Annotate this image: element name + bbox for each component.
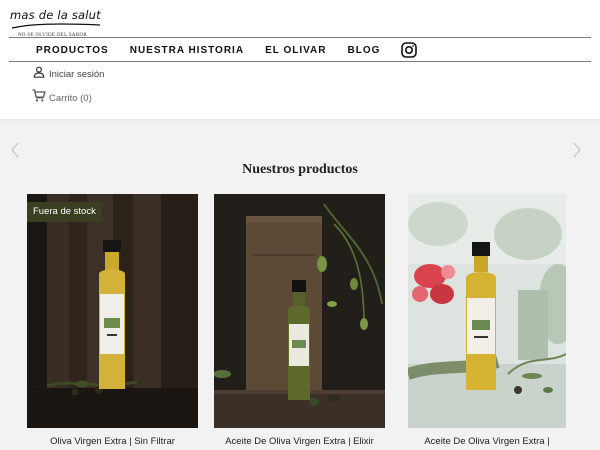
nav-item-el-olivar[interactable]: EL OLIVAR: [265, 45, 326, 56]
brand-name: mas de la salut: [10, 8, 101, 22]
section-title: Nuestros productos: [242, 162, 358, 177]
brand-logo[interactable]: mas de la salut No se olvide del sabor: [10, 8, 110, 38]
site-header: mas de la salut No se olvide del sabor P…: [0, 0, 600, 122]
chevron-left-icon[interactable]: [9, 142, 21, 158]
header-divider-bottom: [9, 61, 591, 62]
product-image[interactable]: [408, 194, 566, 428]
main-nav: PRODUCTOS NUESTRA HISTORIA EL OLIVAR BLO…: [36, 41, 418, 59]
chevron-right-icon[interactable]: [571, 142, 583, 158]
header-divider-top: [9, 37, 591, 38]
cart-icon: [32, 89, 46, 107]
cart-link[interactable]: Carrito (0): [32, 89, 92, 107]
nav-item-productos[interactable]: PRODUCTOS: [36, 45, 109, 56]
user-icon: [33, 65, 45, 83]
product-image[interactable]: [214, 194, 385, 428]
signin-label: Iniciar sesión: [49, 68, 105, 80]
instagram-icon[interactable]: [401, 42, 418, 58]
product-card[interactable]: Fuera de stock Oliva Virgen Extra | Sin …: [27, 194, 198, 450]
product-card[interactable]: Aceite De Oliva Virgen Extra | Elixir: [214, 194, 385, 450]
products-section: Nuestros productos Fuera de stock Oliva …: [0, 122, 600, 450]
product-title[interactable]: Aceite De Oliva Virgen Extra | Elixir: [214, 436, 385, 447]
nav-item-nuestra-historia[interactable]: NUESTRA HISTORIA: [130, 45, 244, 56]
product-title[interactable]: Oliva Virgen Extra | Sin Filtrar: [27, 436, 198, 447]
stock-badge: Fuera de stock: [27, 202, 102, 222]
signin-link[interactable]: Iniciar sesión: [33, 65, 105, 83]
product-title[interactable]: Aceite De Oliva Virgen Extra |: [408, 436, 566, 447]
product-image[interactable]: [27, 194, 198, 428]
nav-item-blog[interactable]: BLOG: [347, 45, 380, 56]
logo-swash: [11, 23, 101, 29]
cart-label: Carrito (0): [49, 92, 92, 104]
product-card[interactable]: Aceite De Oliva Virgen Extra |: [408, 194, 566, 450]
